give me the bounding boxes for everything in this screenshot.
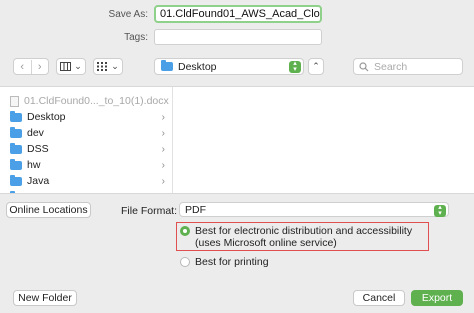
new-folder-button[interactable]: New Folder [13, 290, 77, 306]
columns-view-icon [60, 62, 72, 71]
forward-button[interactable]: › [31, 59, 48, 74]
search-icon [359, 61, 369, 71]
file-row[interactable]: 01.CldFound0..._to_10(1).docx [0, 93, 173, 109]
file-format-value: PDF [185, 203, 206, 216]
folder-icon [10, 174, 22, 186]
folder-icon [10, 158, 22, 170]
chevron-right-icon: › [37, 60, 42, 73]
chevron-right-icon: › [161, 111, 165, 123]
file-browser: 01.CldFound0..._to_10(1).docx Desktop › … [0, 86, 474, 194]
folder-icon [161, 60, 173, 71]
chevron-right-icon: › [161, 143, 165, 155]
option-electronic-line2: (uses Microsoft online service) [195, 237, 337, 249]
chevron-right-icon: › [161, 127, 165, 139]
chevron-right-icon: › [161, 175, 165, 187]
folder-row-dss[interactable]: DSS › [0, 141, 173, 157]
expand-collapse-button[interactable]: ⌃ [308, 58, 324, 75]
gallery-view-button[interactable]: ⌄ [93, 58, 123, 75]
chevron-down-icon: ⌄ [74, 61, 82, 71]
option-printing-label: Best for printing [195, 256, 269, 268]
folder-icon [10, 110, 22, 122]
document-icon [10, 95, 19, 107]
search-field[interactable]: Search [353, 58, 463, 75]
radio-selected-icon[interactable] [180, 226, 190, 236]
chevron-left-icon: ‹ [20, 60, 25, 73]
folder-row-desktop[interactable]: Desktop › [0, 109, 173, 125]
chevron-down-icon: ⌄ [111, 61, 119, 71]
folder-row-java[interactable]: Java › [0, 173, 173, 189]
file-format-popup[interactable]: PDF ▴ ▾ [179, 202, 449, 217]
folder-icon [10, 142, 22, 154]
chevron-up-icon: ⌃ [312, 61, 320, 71]
cancel-button[interactable]: Cancel [353, 290, 405, 306]
chevron-right-icon: › [161, 159, 165, 171]
gallery-view-icon [97, 62, 108, 71]
back-forward-group: ‹ › [13, 58, 49, 75]
save-as-input[interactable]: 01.CldFound01_AWS_Acad_Cloud_F [154, 5, 322, 23]
search-placeholder: Search [374, 60, 408, 73]
folder-row-hw[interactable]: hw › [0, 157, 173, 173]
browser-column-1: 01.CldFound0..._to_10(1).docx Desktop › … [0, 87, 173, 193]
save-as-label: Save As: [108, 9, 148, 20]
location-popup[interactable]: Desktop ▴ ▾ [154, 58, 304, 75]
option-electronic[interactable]: Best for electronic distribution and acc… [179, 225, 427, 251]
tags-label: Tags: [124, 32, 148, 43]
folder-icon [10, 126, 22, 138]
online-locations-button[interactable]: Online Locations [6, 202, 91, 218]
export-button[interactable]: Export [411, 290, 463, 306]
folder-icon [10, 190, 22, 193]
tags-input[interactable] [154, 29, 322, 45]
folder-row-dev[interactable]: dev › [0, 125, 173, 141]
back-button[interactable]: ‹ [14, 59, 31, 74]
radio-unselected-icon[interactable] [180, 257, 190, 267]
popup-stepper-icon: ▴ ▾ [289, 60, 301, 73]
folder-row-partial[interactable] [0, 189, 173, 193]
location-label: Desktop [178, 60, 217, 73]
file-format-label: File Format: [121, 205, 178, 217]
column-view-button[interactable]: ⌄ [56, 58, 86, 75]
popup-stepper-icon: ▴ ▾ [434, 204, 446, 217]
option-electronic-line1: Best for electronic distribution and acc… [195, 225, 413, 237]
browser-column-2 [174, 87, 474, 193]
option-printing[interactable]: Best for printing [179, 256, 379, 270]
